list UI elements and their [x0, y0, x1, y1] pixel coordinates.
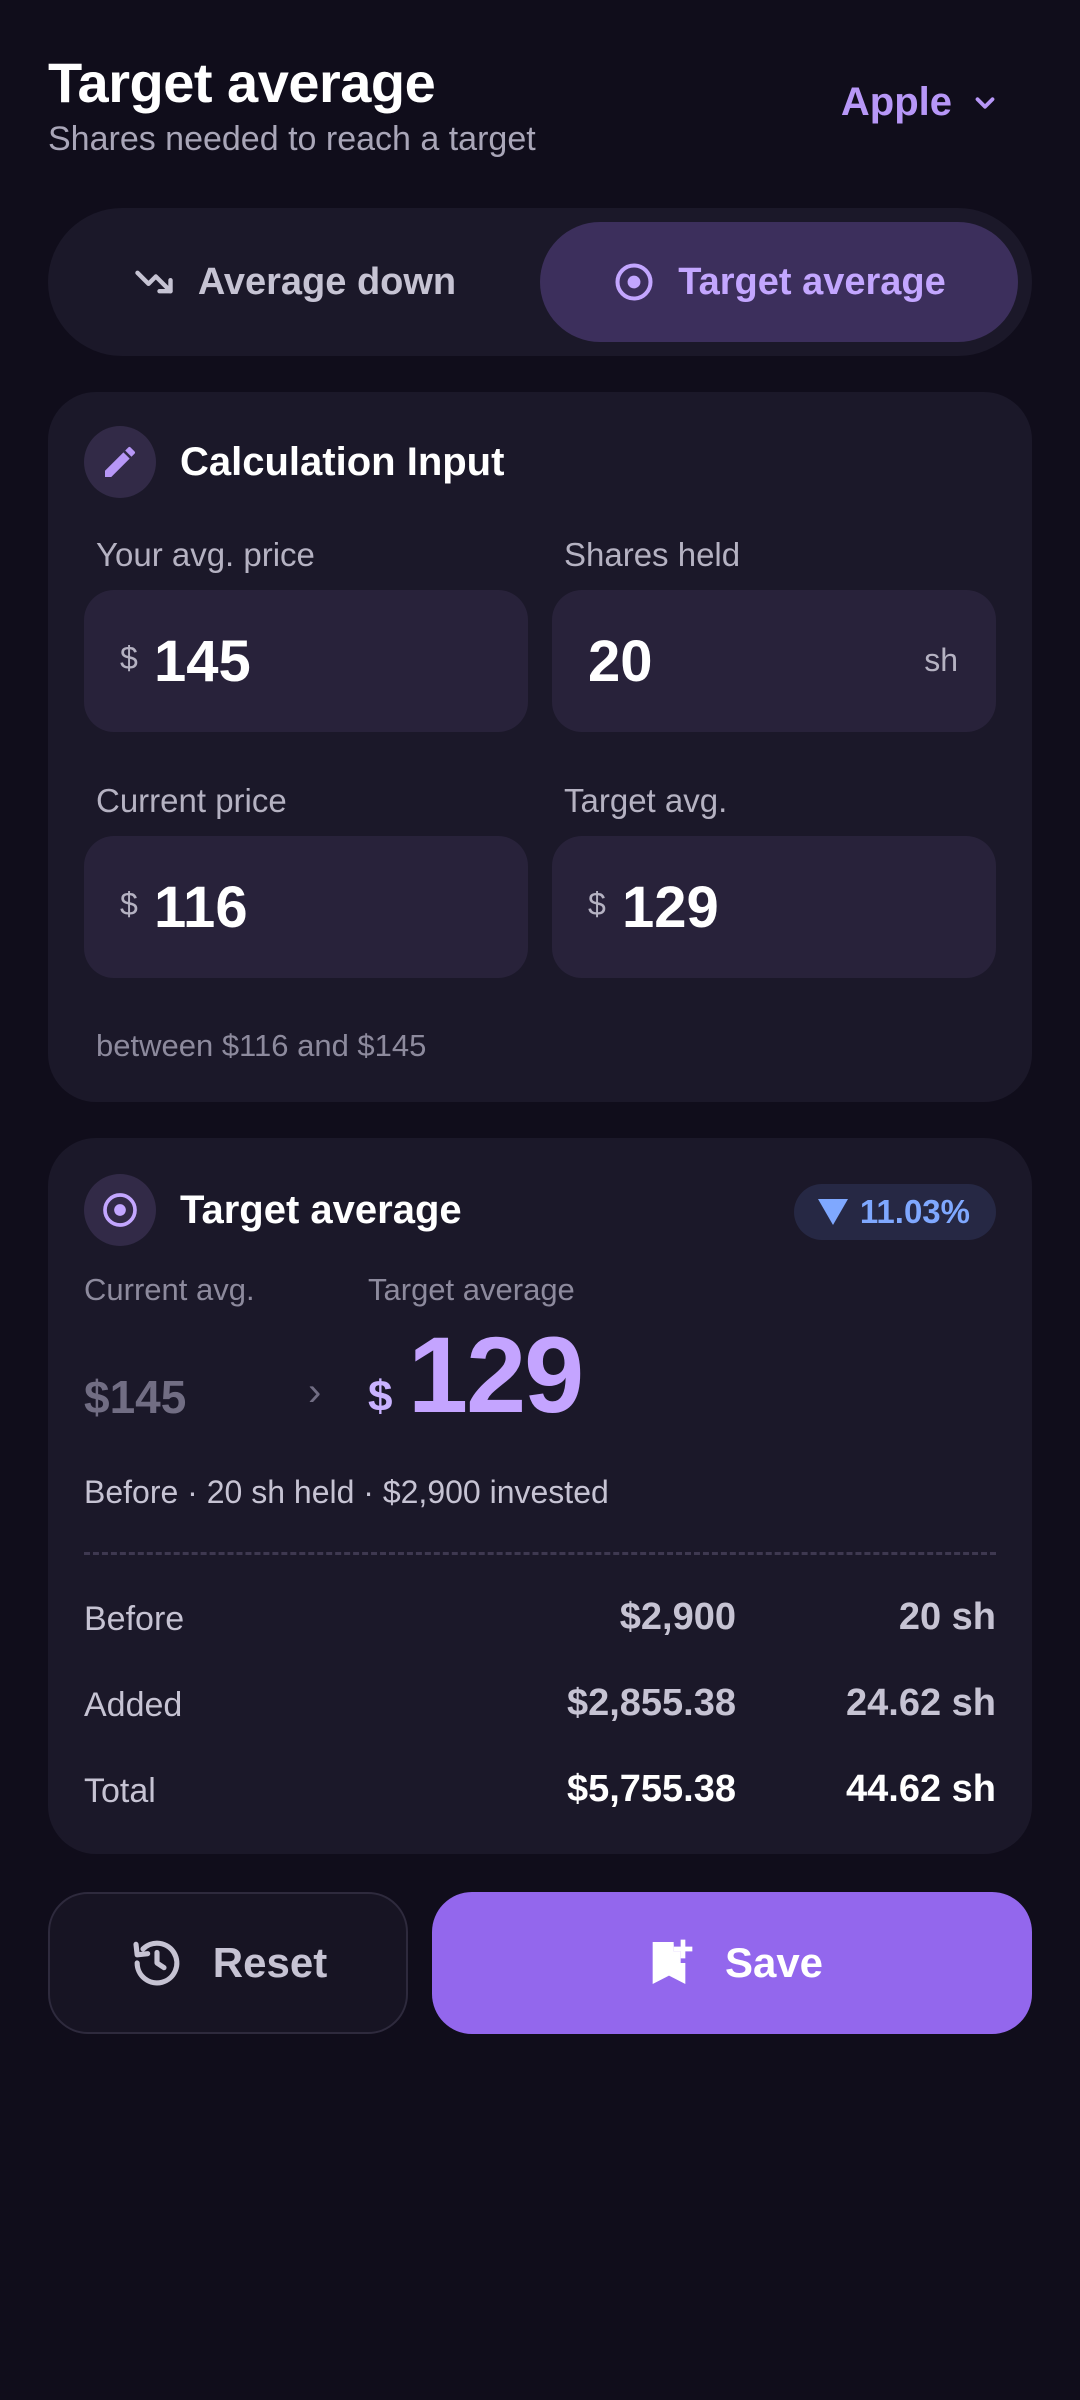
current-avg-label: Current avg. [84, 1272, 255, 1307]
avg-price-label: Your avg. price [96, 536, 315, 573]
target-icon [615, 263, 653, 301]
reset-button-label: Reset [212, 1939, 328, 1986]
row-added-shares: 24.62 sh [846, 1682, 996, 1724]
row-before-shares: 20 sh [898, 1596, 996, 1638]
pencil-icon [105, 446, 135, 477]
target-avg-input[interactable]: $ 129 [552, 836, 996, 978]
target-avg-label: Target avg. [564, 782, 728, 819]
current-price-input[interactable]: $ 116 [84, 836, 528, 978]
target-average-currency: $ [368, 1372, 393, 1421]
shares-held-unit: sh [924, 642, 958, 678]
change-percent-value: 11.03% [859, 1193, 970, 1230]
avg-price-input[interactable]: $ 145 [84, 590, 528, 732]
target-average-label: Target average [368, 1272, 575, 1307]
calculation-input-card: Calculation Input Your avg. price $ 145 … [48, 392, 1032, 1102]
row-before-amount: $2,900 [619, 1596, 736, 1638]
target-avg-value: 129 [622, 875, 719, 940]
position-summary: Before · 20 sh held · $2,900 invested [84, 1474, 609, 1510]
dashed-divider [84, 1552, 996, 1555]
save-button-label: Save [724, 1939, 824, 1986]
target-average-result-card: Target average 11.03% Current avg. $145 … [48, 1138, 1032, 1854]
trending-down-icon [135, 270, 173, 294]
row-total-label: Total [84, 1772, 156, 1810]
asset-selector[interactable]: Apple [841, 80, 1000, 125]
current-price-value: 116 [154, 875, 248, 940]
change-percent-badge: 11.03% [793, 1184, 996, 1240]
target-avg-currency: $ [588, 886, 606, 922]
triangle-down-icon [817, 1199, 848, 1225]
tab-target-average[interactable]: Target average [540, 222, 1018, 342]
current-price-currency: $ [120, 886, 138, 922]
current-avg-value: $145 [84, 1371, 187, 1423]
page-title: Target average [48, 51, 436, 114]
history-icon [133, 1940, 180, 1986]
avg-price-value: 145 [154, 629, 251, 694]
tab-target-average-label: Target average [678, 260, 946, 303]
asset-selector-label: Apple [840, 80, 952, 124]
row-total-amount: $5,755.38 [566, 1768, 736, 1810]
card-icon-badge [84, 1174, 156, 1246]
shares-held-value: 20 [588, 629, 653, 694]
tab-average-down[interactable]: Average down [64, 222, 524, 342]
mode-switch: Average down Target average [48, 208, 1032, 356]
page-subtitle: Shares needed to reach a target [48, 120, 536, 158]
input-card-title: Calculation Input [180, 440, 505, 484]
reset-button[interactable]: Reset [48, 1892, 408, 2034]
current-price-label: Current price [96, 782, 287, 819]
row-added-amount: $2,855.38 [566, 1682, 736, 1724]
target-range-hint: between $116 and $145 [96, 1028, 427, 1063]
shares-held-label: Shares held [564, 536, 741, 573]
card-icon-badge [84, 426, 156, 498]
chevron-down-icon [975, 96, 995, 109]
result-card-title: Target average [180, 1188, 462, 1232]
target-icon [103, 1193, 137, 1227]
tab-average-down-label: Average down [197, 260, 457, 303]
bookmark-add-icon [652, 1939, 693, 1984]
shares-held-input[interactable]: 20 sh [552, 590, 996, 732]
avg-price-currency: $ [120, 640, 138, 676]
target-average-value: 129 [408, 1314, 584, 1435]
save-button[interactable]: Save [432, 1892, 1032, 2034]
chevron-right-icon: › [308, 1370, 322, 1414]
row-before-label: Before [84, 1600, 185, 1638]
row-total-shares: 44.62 sh [846, 1768, 996, 1810]
row-added-label: Added [84, 1686, 183, 1724]
